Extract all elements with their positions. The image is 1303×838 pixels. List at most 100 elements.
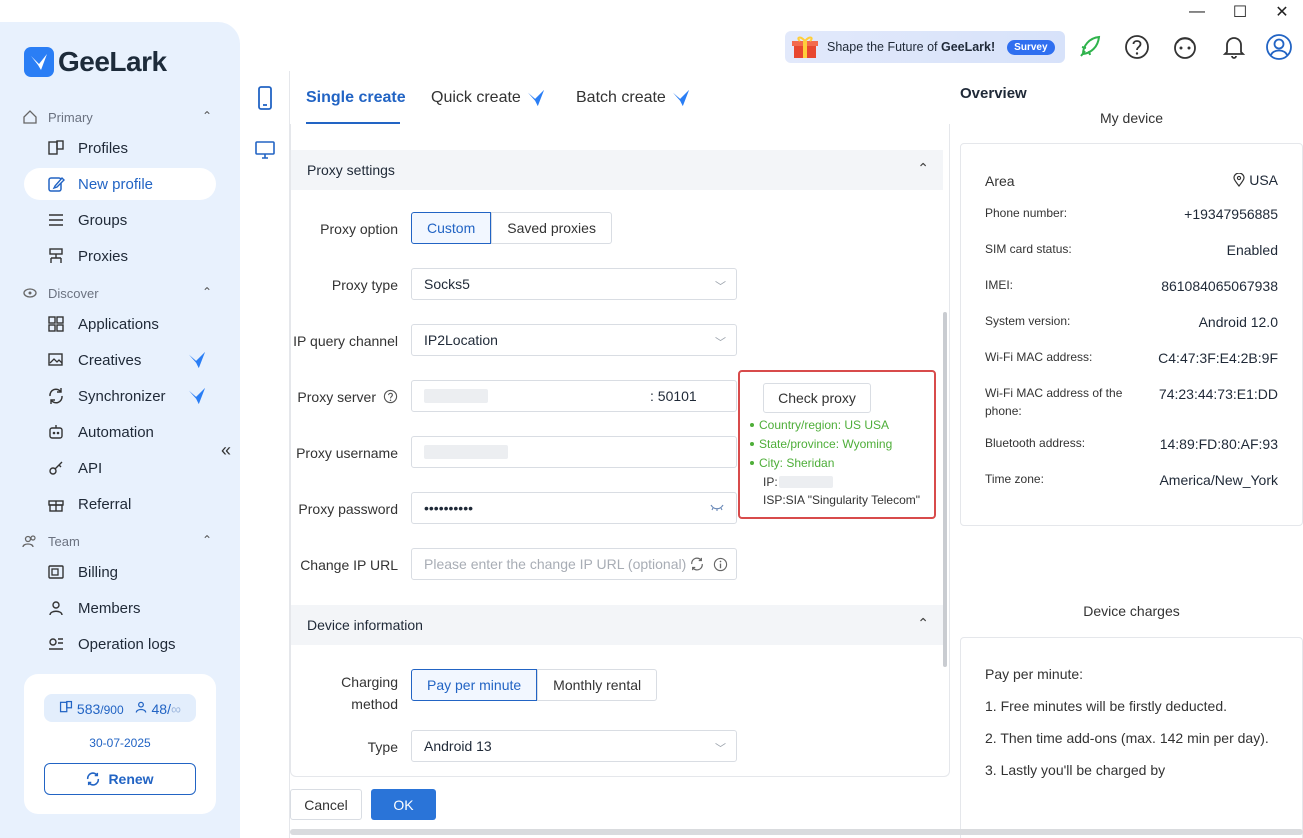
- creatives-icon: [46, 350, 66, 370]
- info-icon[interactable]: [713, 557, 728, 572]
- premium-bird-icon: [527, 89, 544, 107]
- proxy-type-label: Proxy type: [331, 277, 398, 293]
- section-team[interactable]: Team ⌃: [22, 533, 212, 549]
- device-overview-card: Area USA Phone number: +19347956885 SIM c…: [960, 143, 1303, 526]
- bell-icon[interactable]: [1220, 33, 1248, 61]
- ok-button[interactable]: OK: [371, 789, 436, 820]
- close-button[interactable]: ✕: [1270, 2, 1294, 22]
- device-information-header[interactable]: Device information ⌃: [291, 605, 943, 645]
- minimize-button[interactable]: —: [1185, 2, 1209, 22]
- help-icon[interactable]: [1123, 33, 1151, 61]
- chevron-down-icon: ﹀: [715, 337, 726, 349]
- result-isp: ISP:SIA "Singularity Telecom": [763, 493, 921, 507]
- robot-icon: [46, 422, 66, 442]
- charge-per-minute-option[interactable]: Pay per minute: [411, 669, 538, 701]
- section-primary-label: Primary: [48, 109, 93, 125]
- location-pin-icon: [1233, 172, 1245, 187]
- proxy-server-input[interactable]: : 50101: [411, 380, 737, 412]
- sidebar-item-referral[interactable]: Referral: [24, 488, 216, 520]
- sidebar-item-new-profile[interactable]: New profile: [24, 168, 216, 200]
- chevron-down-icon: ﹀: [715, 281, 726, 293]
- ip-query-channel-select[interactable]: IP2Location ﹀: [411, 324, 737, 356]
- proxy-type-select[interactable]: Socks5 ﹀: [411, 268, 737, 300]
- sidebar-item-api[interactable]: API: [24, 452, 216, 484]
- my-device-title: My device: [1099, 110, 1164, 126]
- change-ip-url-label: Change IP URL: [300, 557, 398, 573]
- collapse-sidebar-icon[interactable]: «: [221, 440, 231, 461]
- result-city: City: Sheridan: [750, 456, 834, 470]
- survey-banner[interactable]: Shape the Future of GeeLark! Survey: [785, 31, 1065, 63]
- overview-title: Overview: [960, 85, 1027, 102]
- account-card: 583/900 48/∞ 30-07-2025 Renew: [24, 674, 216, 814]
- sidebar-item-label: Members: [78, 599, 141, 617]
- check-proxy-button[interactable]: Check proxy: [763, 383, 871, 413]
- sidebar-item-applications[interactable]: Applications: [24, 308, 216, 340]
- horizontal-scrollbar[interactable]: [290, 829, 1303, 835]
- charge-line: 3. Lastly you'll be charged by: [985, 762, 1166, 778]
- proxy-option-saved[interactable]: Saved proxies: [491, 212, 612, 244]
- sidebar-item-proxies[interactable]: Proxies: [24, 240, 216, 272]
- sidebar-item-label: Operation logs: [78, 635, 176, 653]
- sync-icon: [46, 386, 66, 406]
- device-type-strip: [240, 71, 290, 838]
- eye-closed-icon[interactable]: [710, 503, 724, 513]
- proxy-password-input[interactable]: ••••••••••: [411, 492, 737, 524]
- section-discover[interactable]: Discover ⌃: [22, 285, 212, 301]
- sidebar-item-synchronizer[interactable]: Synchronizer: [24, 380, 216, 412]
- geelark-bird-icon: [24, 47, 54, 77]
- members-usage: 48/∞: [134, 700, 181, 717]
- sidebar-item-profiles[interactable]: Profiles: [24, 132, 216, 164]
- sidebar-item-members[interactable]: Members: [24, 592, 216, 624]
- refresh-icon[interactable]: [690, 557, 704, 571]
- section-primary[interactable]: Primary ⌃: [22, 109, 212, 125]
- chevron-up-icon: ⌃: [201, 533, 212, 547]
- chevron-up-icon: ⌃: [201, 285, 212, 299]
- proxy-settings-header[interactable]: Proxy settings ⌃: [291, 150, 943, 190]
- avatar[interactable]: [1265, 33, 1293, 61]
- user-icon: [46, 598, 66, 618]
- members-total: ∞: [170, 700, 181, 717]
- sidebar-item-creatives[interactable]: Creatives: [24, 344, 216, 376]
- sidebar-item-label: Profiles: [78, 139, 129, 157]
- refresh-icon: [87, 772, 100, 786]
- renew-button[interactable]: Renew: [44, 763, 196, 795]
- app-logo[interactable]: GeeLark: [24, 46, 167, 78]
- sidebar-item-automation[interactable]: Automation: [24, 416, 216, 448]
- tab-single-create[interactable]: Single create: [306, 89, 406, 107]
- sidebar-item-label: Synchronizer: [78, 387, 166, 405]
- proxy-check-panel: Check proxy Country/region: US USA State…: [738, 370, 936, 519]
- proxy-option-custom[interactable]: Custom: [411, 212, 492, 244]
- proxy-username-input[interactable]: [411, 436, 737, 468]
- premium-bird-icon: [188, 351, 206, 373]
- rocket-icon[interactable]: [1076, 33, 1104, 61]
- help-icon[interactable]: [383, 389, 398, 404]
- sidebar-item-operation-logs[interactable]: Operation logs: [24, 628, 216, 660]
- sidebar-item-billing[interactable]: Billing: [24, 556, 216, 588]
- usage-stats: 583/900 48/∞: [44, 694, 196, 722]
- sidebar-item-label: Automation: [78, 423, 154, 441]
- proxy-password-label: Proxy password: [298, 501, 398, 517]
- proxy-port: : 50101: [650, 388, 697, 404]
- desktop-icon[interactable]: [252, 137, 278, 163]
- chevron-up-icon: ⌃: [917, 615, 929, 631]
- section-discover-label: Discover: [48, 285, 99, 301]
- sidebar-item-groups[interactable]: Groups: [24, 204, 216, 236]
- device-type-select[interactable]: Android 13 ﹀: [411, 730, 737, 762]
- charging-method-toggle: Pay per minute Monthly rental: [411, 669, 658, 701]
- change-ip-url-input[interactable]: Please enter the change IP URL (optional…: [411, 548, 737, 580]
- team-icon: [22, 535, 36, 548]
- phone-icon[interactable]: [252, 85, 278, 111]
- support-icon[interactable]: [1171, 33, 1199, 61]
- result-country: Country/region: US USA: [750, 418, 889, 432]
- tab-batch-create[interactable]: Batch create: [576, 89, 690, 107]
- survey-text: Shape the Future of GeeLark!: [827, 40, 996, 54]
- form-scrollbar[interactable]: [943, 312, 947, 667]
- profiles-icon: [59, 700, 73, 712]
- edit-icon: [46, 174, 66, 194]
- maximize-button[interactable]: ☐: [1228, 2, 1252, 22]
- charge-monthly-option[interactable]: Monthly rental: [537, 669, 658, 701]
- proxy-server-label: Proxy server: [297, 389, 376, 405]
- proxies-icon: [46, 246, 66, 266]
- tab-quick-create[interactable]: Quick create: [431, 89, 545, 107]
- cancel-button[interactable]: Cancel: [290, 789, 362, 820]
